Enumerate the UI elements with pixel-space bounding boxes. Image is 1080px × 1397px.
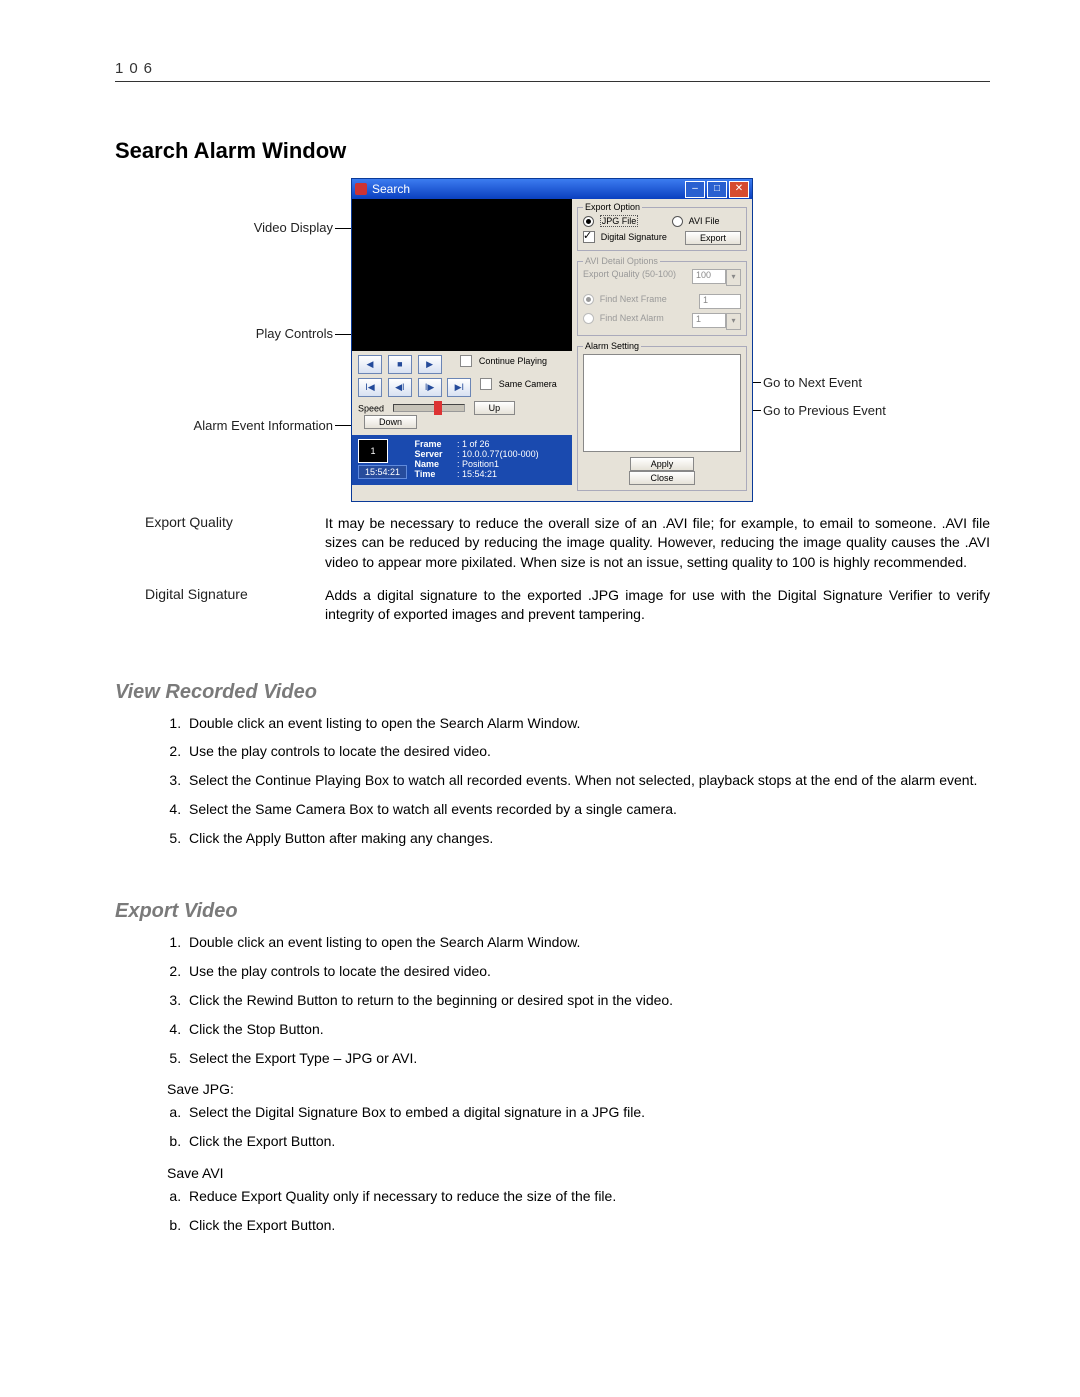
list-item: Double click an event listing to open th… xyxy=(185,714,990,743)
heading-view-recorded: View Recorded Video xyxy=(115,681,990,704)
list-item: Select the Digital Signature Box to embe… xyxy=(185,1103,990,1132)
def-term-digital-signature: Digital Signature xyxy=(115,586,325,639)
jpg-label: JPG File xyxy=(600,215,639,227)
export-button[interactable]: Export xyxy=(685,231,741,245)
speed-slider[interactable] xyxy=(393,404,465,412)
event-clock: 15:54:21 xyxy=(358,465,407,479)
find-next-frame-label: Find Next Frame xyxy=(600,294,667,304)
save-jpg-label: Save JPG: xyxy=(167,1081,990,1097)
find-next-frame-radio xyxy=(583,294,594,305)
heading-export-video: Export Video xyxy=(115,900,990,923)
continue-playing-checkbox[interactable] xyxy=(460,355,472,367)
list-item: Use the play controls to locate the desi… xyxy=(185,962,990,991)
export-video-steps: Double click an event listing to open th… xyxy=(185,933,990,1077)
page-number: 106 xyxy=(115,60,990,77)
section-title: Search Alarm Window xyxy=(115,138,990,164)
list-item: Select the Same Camera Box to watch all … xyxy=(185,800,990,829)
callout-video-display: Video Display xyxy=(163,220,333,235)
up-button[interactable]: Up xyxy=(474,401,516,415)
alarm-event-info: 1 15:54:21 Frame : 1 of 26 Server : 10.0… xyxy=(352,435,572,485)
list-item: Click the Export Button. xyxy=(185,1132,990,1161)
view-recorded-steps: Double click an event listing to open th… xyxy=(185,714,990,858)
avi-detail-group: AVI Detail Options Export Quality (50-10… xyxy=(577,256,747,336)
speed-label: Speed xyxy=(358,403,384,413)
callout-go-prev: Go to Previous Event xyxy=(763,403,886,418)
def-term-export-quality: Export Quality xyxy=(115,514,325,586)
play-controls-panel: ◀ ■ ▶ Continue Playing I◀ ◀I I▶ ▶I xyxy=(352,351,572,435)
def-desc-digital-signature: Adds a digital signature to the exported… xyxy=(325,586,990,639)
list-item: Click the Rewind Button to return to the… xyxy=(185,991,990,1020)
stop-button[interactable]: ■ xyxy=(388,355,412,374)
definitions-table: Export Quality It may be necessary to re… xyxy=(115,514,990,639)
window-title: Search xyxy=(372,182,410,196)
maximize-icon[interactable]: □ xyxy=(707,181,727,198)
last-button[interactable]: ▶I xyxy=(447,378,471,397)
export-quality-label: Export Quality (50-100) xyxy=(583,269,676,279)
quality-dropdown-icon[interactable]: ▾ xyxy=(726,269,741,286)
jpg-radio[interactable] xyxy=(583,216,594,227)
save-avi-steps: Reduce Export Quality only if necessary … xyxy=(185,1187,990,1245)
list-item: Click the Stop Button. xyxy=(185,1020,990,1049)
list-item: Reduce Export Quality only if necessary … xyxy=(185,1187,990,1216)
down-button[interactable]: Down xyxy=(364,415,417,429)
callout-alarm-event-info: Alarm Event Information xyxy=(163,418,333,433)
close-button[interactable]: Close xyxy=(629,471,694,485)
find-next-alarm-label: Find Next Alarm xyxy=(600,313,664,323)
alarm-setting-legend: Alarm Setting xyxy=(583,341,641,351)
list-item: Select the Continue Playing Box to watch… xyxy=(185,771,990,800)
minimize-icon[interactable]: – xyxy=(685,181,705,198)
video-display xyxy=(352,199,572,351)
app-icon xyxy=(355,183,367,195)
save-avi-label: Save AVI xyxy=(167,1165,990,1181)
alarm-setting-list[interactable] xyxy=(583,354,741,452)
export-option-group: Export Option JPG File AVI File Digital … xyxy=(577,202,747,251)
continue-playing-label: Continue Playing xyxy=(479,356,547,366)
same-camera-label: Same Camera xyxy=(499,379,557,389)
find-alarm-dropdown-icon: ▾ xyxy=(726,313,741,330)
find-frame-value: 1 xyxy=(699,294,741,309)
list-item: Select the Export Type – JPG or AVI. xyxy=(185,1049,990,1078)
list-item: Double click an event listing to open th… xyxy=(185,933,990,962)
same-camera-checkbox[interactable] xyxy=(480,378,492,390)
export-option-legend: Export Option xyxy=(583,202,642,212)
def-desc-export-quality: It may be necessary to reduce the overal… xyxy=(325,514,990,586)
titlebar: Search – □ ✕ xyxy=(352,179,752,199)
list-item: Click the Apply Button after making any … xyxy=(185,829,990,858)
close-icon[interactable]: ✕ xyxy=(729,181,749,198)
digital-signature-checkbox[interactable] xyxy=(583,231,595,243)
header-rule xyxy=(115,81,990,82)
figure-container: Video Display Play Controls Alarm Event … xyxy=(173,178,990,488)
play-button[interactable]: ▶ xyxy=(418,355,442,374)
avi-label: AVI File xyxy=(689,216,720,226)
avi-detail-legend: AVI Detail Options xyxy=(583,256,660,266)
step-back-button[interactable]: ◀I xyxy=(388,378,412,397)
digital-signature-label: Digital Signature xyxy=(601,232,667,242)
avi-radio[interactable] xyxy=(672,216,683,227)
list-item: Use the play controls to locate the desi… xyxy=(185,742,990,771)
first-button[interactable]: I◀ xyxy=(358,378,382,397)
callout-play-controls: Play Controls xyxy=(163,326,333,341)
search-window: Search – □ ✕ ◀ ■ ▶ Cont xyxy=(351,178,753,502)
find-alarm-value: 1 xyxy=(692,313,726,328)
list-item: Click the Export Button. xyxy=(185,1216,990,1245)
find-next-alarm-radio xyxy=(583,313,594,324)
save-jpg-steps: Select the Digital Signature Box to embe… xyxy=(185,1103,990,1161)
apply-button[interactable]: Apply xyxy=(630,457,695,471)
event-thumbnail: 1 xyxy=(358,439,388,463)
rewind-button[interactable]: ◀ xyxy=(358,355,382,374)
alarm-setting-group: Alarm Setting Apply Close xyxy=(577,341,747,491)
callout-go-next: Go to Next Event xyxy=(763,375,862,390)
step-fwd-button[interactable]: I▶ xyxy=(418,378,442,397)
quality-value[interactable]: 100 xyxy=(692,269,726,284)
